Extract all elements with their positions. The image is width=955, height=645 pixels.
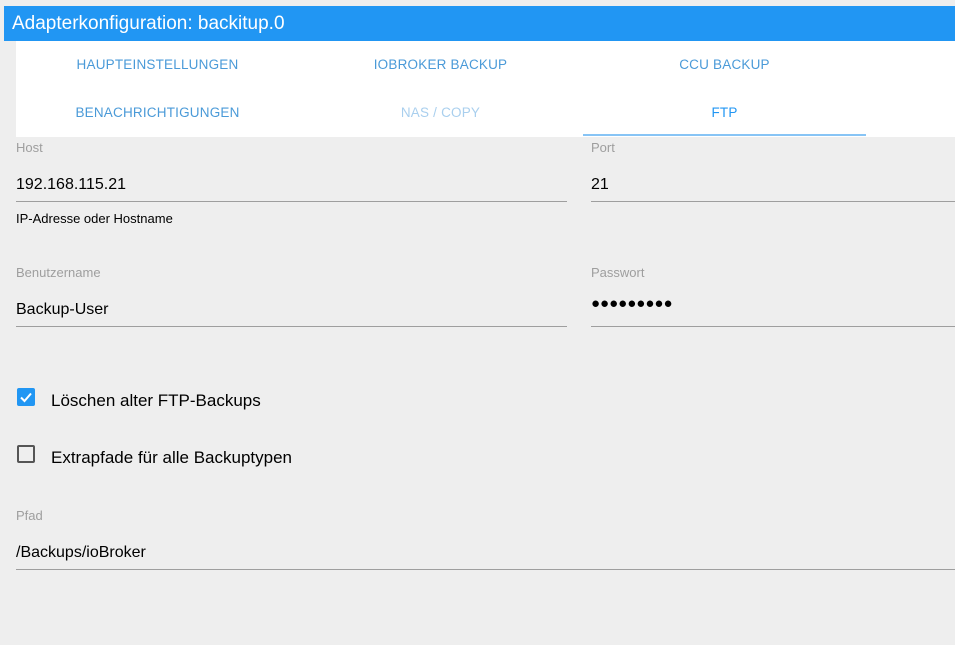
path-label: Pfad — [16, 508, 43, 523]
path-input[interactable] — [16, 536, 955, 570]
password-label: Passwort — [591, 265, 645, 280]
host-input[interactable] — [16, 168, 567, 202]
extra-paths-label[interactable]: Extrapfade für alle Backuptypen — [51, 448, 292, 468]
check-icon — [20, 392, 32, 403]
tab-bar: HAUPTEINSTELLUNGEN IOBROKER BACKUP CCU B… — [16, 41, 955, 137]
port-input[interactable] — [591, 168, 955, 202]
page-title: Adapterkonfiguration: backitup.0 — [12, 13, 285, 34]
extra-paths-checkbox[interactable] — [17, 445, 35, 463]
tab-nas-copy[interactable]: NAS / COPY — [299, 89, 582, 137]
delete-old-checkbox[interactable] — [17, 388, 35, 406]
delete-old-label[interactable]: Löschen alter FTP-Backups — [51, 391, 261, 411]
tab-iobroker-backup[interactable]: IOBROKER BACKUP — [299, 41, 582, 89]
username-label: Benutzername — [16, 265, 101, 280]
password-input[interactable]: ●●●●●●●●● — [591, 293, 955, 327]
active-tab-indicator — [583, 134, 866, 136]
title-bar: Adapterkonfiguration: backitup.0 — [4, 6, 955, 41]
tab-ccu-backup[interactable]: CCU BACKUP — [583, 41, 866, 89]
password-mask: ●●●●●●●●● — [591, 295, 673, 312]
port-label: Port — [591, 140, 615, 155]
tab-ftp[interactable]: FTP — [583, 89, 866, 137]
username-input[interactable] — [16, 293, 567, 327]
tab-haupteinstellungen[interactable]: HAUPTEINSTELLUNGEN — [16, 41, 299, 89]
host-label: Host — [16, 140, 43, 155]
tab-benachrichtigungen[interactable]: BENACHRICHTIGUNGEN — [16, 89, 299, 137]
host-helper-text: IP-Adresse oder Hostname — [16, 211, 173, 226]
